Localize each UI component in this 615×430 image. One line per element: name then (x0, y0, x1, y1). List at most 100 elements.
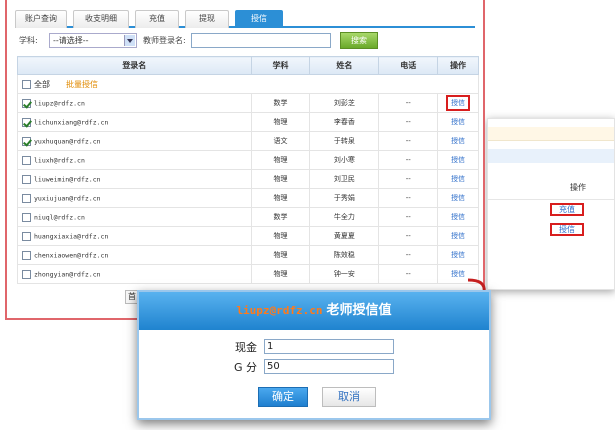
cell-login: chenxiaowen@rdfz.cn (17, 245, 252, 265)
dialog-email: liupz@rdfz.cn (236, 304, 323, 317)
select-all-checkbox[interactable] (22, 79, 31, 89)
grant-link[interactable]: 授信 (448, 135, 468, 147)
cell-phone: -- (378, 226, 439, 246)
login-name: chenxiaowen@rdfz.cn (34, 251, 109, 259)
cell-subject: 物理 (251, 112, 311, 132)
subject-select-value: --请选择-- (53, 36, 89, 45)
select-all-row: 全部 批量授信 (17, 74, 479, 94)
gpoints-label: G 分 (233, 361, 257, 374)
cell-phone: -- (378, 169, 439, 189)
cell-name: 刘彭芝 (309, 93, 380, 113)
grant-link[interactable]: 授信 (448, 211, 468, 223)
search-button[interactable]: 搜索 (340, 32, 378, 49)
grant-link[interactable]: 授信 (550, 223, 584, 236)
grant-link[interactable]: 授信 (448, 154, 468, 166)
cell-action: 授信 (437, 93, 479, 113)
cell-subject: 物理 (251, 150, 311, 170)
table-row: zhongyian@rdfz.cn 物理 钟一安 -- 授信 (17, 264, 479, 284)
cell-name: 李春香 (309, 112, 380, 132)
cell-name: 牛全力 (309, 207, 380, 227)
main-panel: 账户查询 收支明细 充值 提现 授信 学科: --请选择-- 教师登录名: 搜索… (5, 0, 485, 320)
cancel-button[interactable]: 取消 (322, 387, 376, 407)
row-checkbox[interactable] (22, 193, 31, 203)
login-name: yuxhuquan@rdfz.cn (34, 137, 101, 145)
tab-withdraw[interactable]: 提现 (185, 10, 229, 28)
grant-link[interactable]: 授信 (448, 230, 468, 242)
row-checkbox[interactable] (22, 269, 31, 279)
tab-bar: 账户查询 收支明细 充值 提现 授信 (15, 8, 475, 28)
cell-subject: 物理 (251, 245, 311, 265)
cell-phone: -- (378, 93, 439, 113)
cell-phone: -- (378, 264, 439, 284)
dialog-header: liupz@rdfz.cn 老师授信值 (139, 292, 489, 330)
recharge-link[interactable]: 充值 (550, 203, 584, 216)
login-name: liupz@rdfz.cn (34, 99, 85, 107)
login-name: huangxiaxia@rdfz.cn (34, 232, 109, 240)
column-header-phone: 电话 (378, 56, 439, 75)
operation-column-header: 操作 (570, 183, 586, 192)
confirm-button[interactable]: 确定 (258, 387, 308, 407)
row-checkbox[interactable] (22, 231, 31, 241)
table-header-row: 登录名 学科 姓名 电话 操作 (17, 56, 479, 75)
cell-phone: -- (378, 131, 439, 151)
chevron-down-icon[interactable] (124, 35, 135, 46)
login-name: liuweimin@rdfz.cn (34, 175, 101, 183)
grant-link[interactable]: 授信 (446, 95, 471, 111)
table-row: liupz@rdfz.cn 数学 刘彭芝 -- 授信 (17, 93, 479, 113)
cell-subject: 物理 (251, 188, 311, 208)
cell-login: yuxhuquan@rdfz.cn (17, 131, 252, 151)
cash-input[interactable]: 1 (264, 339, 394, 354)
column-header-subject: 学科 (250, 56, 311, 75)
row-checkbox[interactable] (22, 155, 31, 165)
login-name: niuql@rdfz.cn (34, 213, 85, 221)
grant-link[interactable]: 授信 (448, 116, 468, 128)
login-name: yuxiujuan@rdfz.cn (34, 194, 101, 202)
subject-label: 学科: (19, 36, 38, 45)
cell-phone: -- (378, 245, 439, 265)
teacher-login-input[interactable] (191, 33, 331, 48)
cell-name: 刘小寒 (309, 150, 380, 170)
tab-recharge[interactable]: 充值 (135, 10, 179, 28)
login-name: liuxh@rdfz.cn (34, 156, 85, 164)
tab-credit-grant[interactable]: 授信 (235, 10, 283, 28)
tab-account-query[interactable]: 账户查询 (15, 10, 67, 28)
row-checkbox[interactable] (22, 174, 31, 184)
tab-income-expense[interactable]: 收支明细 (73, 10, 129, 28)
subject-select[interactable]: --请选择-- (49, 33, 137, 48)
cell-phone: -- (378, 112, 439, 132)
select-all-label: 全部 (34, 79, 50, 89)
table-row: yuxiujuan@rdfz.cn 物理 于秀娟 -- 授信 (17, 188, 479, 208)
row-checkbox[interactable] (22, 136, 31, 146)
cell-name: 刘卫民 (309, 169, 380, 189)
teacher-login-label: 教师登录名: (143, 36, 186, 45)
cell-action: 授信 (437, 150, 479, 170)
table-row: liuxh@rdfz.cn 物理 刘小寒 -- 授信 (17, 150, 479, 170)
batch-grant-link[interactable]: 批量授信 (66, 80, 98, 89)
grant-link[interactable]: 授信 (448, 173, 468, 185)
column-header-action: 操作 (437, 56, 479, 75)
background-panel: 操作 充值 授信 (487, 118, 615, 290)
grant-link[interactable]: 授信 (448, 249, 468, 261)
row-divider (488, 199, 614, 200)
cell-subject: 物理 (251, 264, 311, 284)
cell-subject: 物理 (251, 226, 311, 246)
gpoints-input[interactable]: 50 (264, 359, 394, 374)
row-checkbox[interactable] (22, 250, 31, 260)
table-row: liuweimin@rdfz.cn 物理 刘卫民 -- 授信 (17, 169, 479, 189)
cell-login: zhongyian@rdfz.cn (17, 264, 252, 284)
cell-action: 授信 (437, 226, 479, 246)
row-checkbox[interactable] (22, 98, 31, 108)
table-row: chenxiaowen@rdfz.cn 物理 陈效稳 -- 授信 (17, 245, 479, 265)
header-strip (488, 149, 614, 163)
cell-name: 陈效稳 (309, 245, 380, 265)
row-checkbox[interactable] (22, 212, 31, 222)
cell-subject: 数学 (251, 207, 311, 227)
row-checkbox[interactable] (22, 117, 31, 127)
table-row: niuql@rdfz.cn 数学 牛全力 -- 授信 (17, 207, 479, 227)
grant-link[interactable]: 授信 (448, 192, 468, 204)
table-row: lichunxiang@rdfz.cn 物理 李春香 -- 授信 (17, 112, 479, 132)
cell-name: 黄夏夏 (309, 226, 380, 246)
cell-subject: 数学 (251, 93, 311, 113)
cell-name: 于秀娟 (309, 188, 380, 208)
table-row: yuxhuquan@rdfz.cn 语文 于转泉 -- 授信 (17, 131, 479, 151)
